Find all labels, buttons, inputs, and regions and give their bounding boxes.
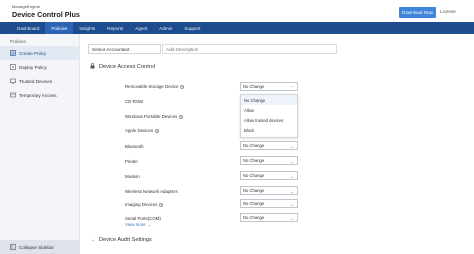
chevron-down-icon: ⌄ bbox=[290, 189, 294, 194]
info-icon[interactable]: ? bbox=[159, 202, 164, 207]
nav-tab-reports[interactable]: Reports bbox=[101, 22, 129, 34]
device-label: Printer bbox=[125, 159, 138, 164]
collapse-sidebar-label: Collapse Sidebar bbox=[19, 244, 54, 250]
sidebar-item-label: Trusted Devices bbox=[19, 78, 53, 84]
info-icon[interactable]: ? bbox=[179, 114, 184, 119]
chevron-down-icon: ⌄ bbox=[290, 144, 294, 149]
device-label-text: Wireless Network Adapters bbox=[125, 189, 178, 194]
sidebar: Policies Create Policy Deploy Policy Tru… bbox=[0, 34, 80, 254]
nav-tab-admin[interactable]: Admin bbox=[153, 22, 178, 34]
device-label: Serial Ports(COM) bbox=[125, 216, 161, 221]
device-label-text: Modem bbox=[125, 174, 140, 179]
create-policy-icon bbox=[10, 50, 16, 56]
arrow-right-icon: → bbox=[90, 237, 95, 243]
device-label: Modem bbox=[125, 174, 140, 179]
device-access-select[interactable]: No Change ⌄ bbox=[240, 199, 298, 208]
collapse-icon bbox=[10, 244, 16, 250]
chevron-down-icon: ⌄ bbox=[290, 216, 294, 221]
device-label-text: Imaging Devices bbox=[125, 202, 158, 207]
sidebar-item-label: Temporary Access bbox=[19, 92, 57, 98]
dropdown-option-allow-trusted[interactable]: Allow trusted devices bbox=[241, 115, 297, 125]
sidebar-item-deploy-policy[interactable]: Deploy Policy bbox=[0, 60, 79, 74]
brand-vendor: ManageEngine bbox=[12, 4, 41, 9]
sidebar-item-trusted-devices[interactable]: Trusted Devices bbox=[0, 74, 79, 88]
device-label-text: Printer bbox=[125, 159, 138, 164]
dropdown-option-no-change[interactable]: No Change bbox=[241, 95, 297, 105]
sidebar-item-temporary-access[interactable]: Temporary Access bbox=[0, 88, 79, 102]
device-label-text: Bluetooth bbox=[125, 144, 144, 149]
device-label: Windows Portable Devices? bbox=[125, 114, 184, 119]
download-now-button[interactable]: Download Now bbox=[399, 7, 436, 18]
select-value: No Change bbox=[243, 215, 265, 220]
sidebar-heading: Policies bbox=[10, 39, 26, 44]
chevron-up-icon: ⌃ bbox=[290, 85, 294, 90]
device-label-text: Removable Storage Device bbox=[125, 84, 179, 89]
view-more-text: View more bbox=[125, 222, 146, 227]
select-value: No Change bbox=[243, 173, 265, 178]
brand-logo: ManageEngine Device Control Plus bbox=[12, 4, 80, 19]
select-value: No Change bbox=[243, 84, 265, 89]
device-label-text: CD-ROM bbox=[125, 99, 144, 104]
device-audit-settings-heading[interactable]: → Device Audit Settings bbox=[90, 237, 152, 243]
nav-tab-insights[interactable]: Insights bbox=[73, 22, 101, 34]
device-label-text: Serial Ports(COM) bbox=[125, 216, 161, 221]
access-dropdown-menu: No Change Allow Allow trusted devices Bl… bbox=[240, 94, 298, 138]
select-value: No Change bbox=[243, 201, 265, 206]
policy-name-input[interactable] bbox=[88, 44, 161, 54]
audit-title-text: Device Audit Settings bbox=[99, 237, 152, 243]
device-label: Wireless Network Adapters bbox=[125, 189, 178, 194]
chevron-down-icon: ⌄ bbox=[290, 159, 294, 164]
device-label: CD-ROM bbox=[125, 99, 143, 104]
info-icon[interactable]: ? bbox=[155, 128, 160, 133]
chevron-down-icon: ⌄ bbox=[290, 202, 294, 207]
nav-tab-dashboard[interactable]: Dashboard bbox=[11, 22, 45, 34]
device-label: Removable Storage Device? bbox=[125, 84, 185, 89]
info-icon[interactable]: ? bbox=[180, 84, 185, 89]
policy-description-input[interactable] bbox=[162, 44, 337, 54]
nav-tab-agent[interactable]: Agent bbox=[129, 22, 153, 34]
deploy-policy-icon bbox=[10, 64, 16, 70]
view-more-link[interactable]: View more ⌄ bbox=[125, 222, 151, 227]
main-content: Device Access Control Removable Storage … bbox=[80, 34, 474, 254]
device-label-text: Apple Devices bbox=[125, 128, 154, 133]
brand-product: Device Control Plus bbox=[12, 10, 80, 19]
nav-tab-policies[interactable]: Policies bbox=[45, 22, 74, 34]
select-value: No Change bbox=[243, 188, 265, 193]
sidebar-item-label: Deploy Policy bbox=[19, 64, 47, 70]
chevron-down-icon: ⌄ bbox=[290, 174, 294, 179]
device-access-select[interactable]: No Change ⌄ bbox=[240, 156, 298, 165]
device-access-select[interactable]: No Change ⌄ bbox=[240, 186, 298, 195]
app-header: ManageEngine Device Control Plus Downloa… bbox=[0, 0, 474, 22]
sidebar-item-create-policy[interactable]: Create Policy bbox=[0, 46, 79, 60]
chevron-down-icon: ⌄ bbox=[147, 222, 152, 227]
top-nav: Dashboard Policies Insights Reports Agen… bbox=[0, 22, 474, 34]
device-access-select[interactable]: No Change ⌃ bbox=[240, 82, 298, 91]
device-label-text: Windows Portable Devices bbox=[125, 114, 178, 119]
select-value: No Change bbox=[243, 158, 265, 163]
collapse-sidebar-button[interactable]: Collapse Sidebar bbox=[0, 240, 80, 254]
trusted-devices-icon bbox=[10, 78, 16, 84]
sidebar-item-label: Create Policy bbox=[19, 50, 47, 56]
device-access-select[interactable]: No Change ⌄ bbox=[240, 213, 298, 222]
nav-tab-support[interactable]: Support bbox=[178, 22, 206, 34]
device-label: Apple Devices? bbox=[125, 128, 160, 133]
device-label: Imaging Devices? bbox=[125, 202, 164, 207]
lock-icon bbox=[90, 63, 95, 71]
dropdown-option-block[interactable]: Block bbox=[241, 125, 297, 135]
device-access-select[interactable]: No Change ⌄ bbox=[240, 141, 298, 150]
section-title-text: Device Access Control bbox=[99, 64, 155, 70]
dropdown-option-allow[interactable]: Allow bbox=[241, 105, 297, 115]
device-access-control-heading[interactable]: Device Access Control bbox=[90, 63, 155, 71]
temporary-access-icon bbox=[10, 92, 16, 98]
device-label: Bluetooth bbox=[125, 144, 144, 149]
device-access-select[interactable]: No Change ⌄ bbox=[240, 171, 298, 180]
license-link[interactable]: License bbox=[440, 9, 456, 14]
select-value: No Change bbox=[243, 143, 265, 148]
